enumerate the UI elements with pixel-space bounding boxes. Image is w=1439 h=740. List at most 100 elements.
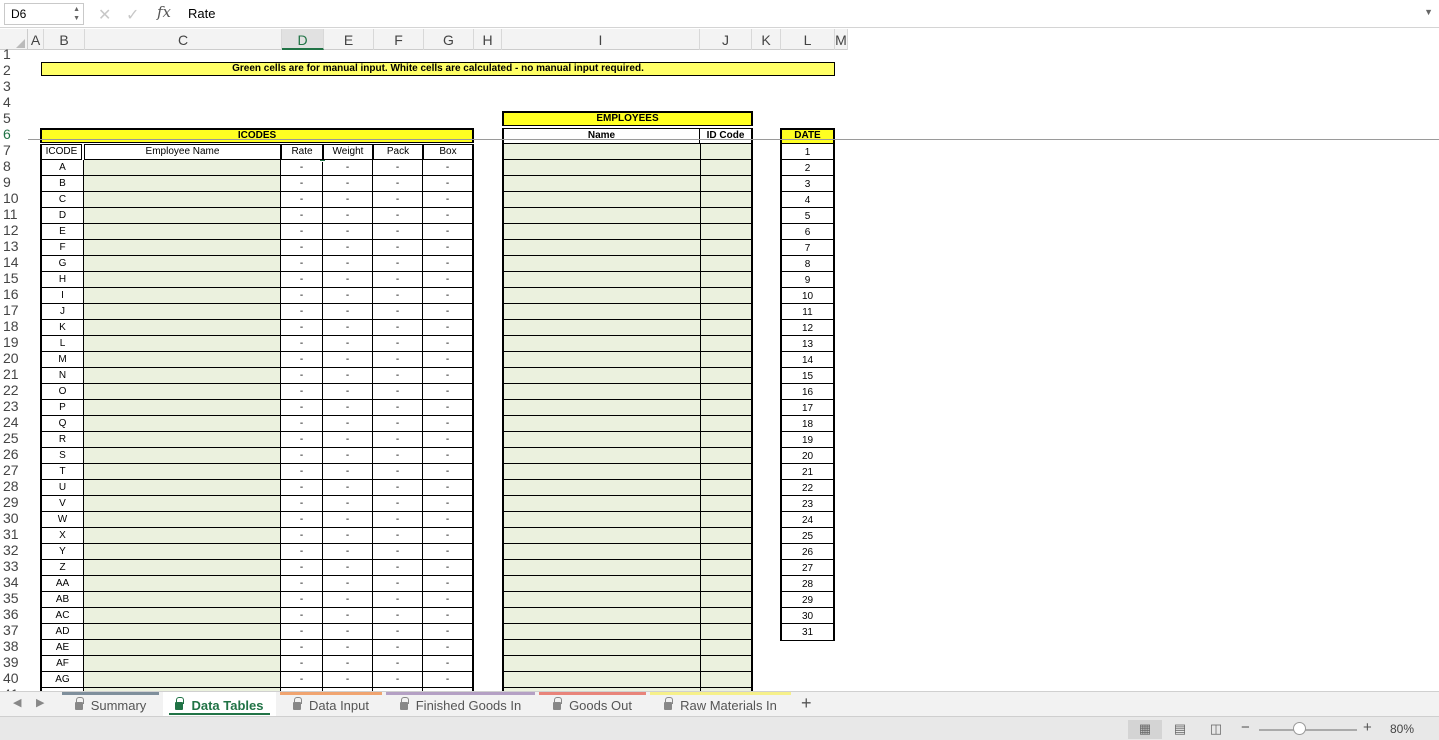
value-cell[interactable]: - (323, 208, 373, 224)
icode-cell[interactable]: B (42, 176, 84, 192)
employee-name-input[interactable] (504, 384, 701, 400)
value-cell[interactable]: - (373, 608, 423, 624)
value-cell[interactable]: - (373, 656, 423, 672)
employee-name-cell[interactable] (84, 576, 281, 592)
employee-name-cell[interactable] (84, 224, 281, 240)
employee-name-input[interactable] (504, 496, 701, 512)
value-cell[interactable]: - (281, 624, 323, 640)
value-cell[interactable]: - (373, 464, 423, 480)
value-cell[interactable]: - (373, 256, 423, 272)
value-cell[interactable]: - (423, 592, 472, 608)
employee-name-cell[interactable] (84, 640, 281, 656)
row-header[interactable]: 5 (0, 110, 28, 126)
employee-id-input[interactable] (701, 672, 751, 688)
employee-name-input[interactable] (504, 144, 701, 160)
date-cell[interactable]: 20 (782, 448, 833, 464)
value-cell[interactable]: - (373, 528, 423, 544)
value-cell[interactable]: - (281, 448, 323, 464)
employee-name-cell[interactable] (84, 416, 281, 432)
value-cell[interactable]: - (281, 224, 323, 240)
value-cell[interactable]: - (281, 352, 323, 368)
date-cell[interactable]: 8 (782, 256, 833, 272)
value-cell[interactable]: - (373, 544, 423, 560)
value-cell[interactable]: - (281, 160, 323, 176)
value-cell[interactable]: - (323, 464, 373, 480)
row-header[interactable]: 36 (0, 606, 28, 622)
value-cell[interactable]: - (323, 448, 373, 464)
value-cell[interactable]: - (323, 640, 373, 656)
value-cell[interactable]: - (423, 368, 472, 384)
value-cell[interactable]: - (373, 224, 423, 240)
date-cell[interactable]: 4 (782, 192, 833, 208)
row-header[interactable]: 32 (0, 542, 28, 558)
row-header[interactable]: 10 (0, 190, 28, 206)
value-cell[interactable]: - (423, 560, 472, 576)
date-cell[interactable]: 31 (782, 624, 833, 640)
value-cell[interactable]: - (423, 224, 472, 240)
employee-name-input[interactable] (504, 336, 701, 352)
value-cell[interactable]: - (323, 432, 373, 448)
formula-input[interactable]: Rate (188, 6, 215, 21)
row-header[interactable]: 18 (0, 318, 28, 334)
column-header[interactable]: B (44, 29, 85, 50)
employee-name-cell[interactable] (84, 304, 281, 320)
page-layout-view-icon[interactable]: ▤ (1163, 720, 1197, 739)
row-header[interactable]: 7 (0, 142, 28, 158)
normal-view-icon[interactable]: ▦ (1128, 720, 1162, 739)
employee-name-cell[interactable] (84, 592, 281, 608)
employee-name-input[interactable] (504, 464, 701, 480)
employee-name-input[interactable] (504, 352, 701, 368)
employee-name-cell[interactable] (84, 512, 281, 528)
value-cell[interactable]: - (323, 272, 373, 288)
value-cell[interactable]: - (423, 640, 472, 656)
value-cell[interactable]: - (323, 400, 373, 416)
value-cell[interactable]: - (423, 320, 472, 336)
zoom-out-button[interactable]: − (1241, 719, 1250, 736)
icode-cell[interactable]: AB (42, 592, 84, 608)
value-cell[interactable]: - (323, 496, 373, 512)
column-header[interactable]: A (28, 29, 44, 50)
add-sheet-button[interactable]: + (801, 693, 812, 714)
employee-id-input[interactable] (701, 640, 751, 656)
row-header[interactable]: 29 (0, 494, 28, 510)
value-cell[interactable]: - (323, 192, 373, 208)
row-header[interactable]: 22 (0, 382, 28, 398)
value-cell[interactable]: - (373, 368, 423, 384)
value-cell[interactable]: - (373, 448, 423, 464)
employee-name-input[interactable] (504, 176, 701, 192)
employee-name-input[interactable] (504, 400, 701, 416)
row-header[interactable]: 27 (0, 462, 28, 478)
date-cell[interactable]: 9 (782, 272, 833, 288)
value-cell[interactable]: - (281, 608, 323, 624)
employee-id-input[interactable] (701, 528, 751, 544)
employee-id-input[interactable] (701, 352, 751, 368)
value-cell[interactable]: - (423, 576, 472, 592)
value-cell[interactable]: - (373, 336, 423, 352)
employee-name-input[interactable] (504, 208, 701, 224)
value-cell[interactable]: - (281, 496, 323, 512)
value-cell[interactable]: - (323, 176, 373, 192)
value-cell[interactable]: - (281, 640, 323, 656)
employee-name-input[interactable] (504, 512, 701, 528)
employee-id-input[interactable] (701, 336, 751, 352)
value-cell[interactable]: - (323, 240, 373, 256)
date-cell[interactable]: 30 (782, 608, 833, 624)
employee-name-cell[interactable] (84, 560, 281, 576)
value-cell[interactable]: - (281, 256, 323, 272)
value-cell[interactable]: - (323, 592, 373, 608)
employee-name-cell[interactable] (84, 544, 281, 560)
employee-name-input[interactable] (504, 624, 701, 640)
value-cell[interactable]: - (423, 512, 472, 528)
employee-name-cell[interactable] (84, 608, 281, 624)
value-cell[interactable]: - (373, 352, 423, 368)
employee-name-input[interactable] (504, 432, 701, 448)
value-cell[interactable]: - (373, 208, 423, 224)
employee-name-cell[interactable] (84, 336, 281, 352)
value-cell[interactable]: - (373, 432, 423, 448)
value-cell[interactable]: - (281, 576, 323, 592)
icode-cell[interactable]: AE (42, 640, 84, 656)
row-header[interactable]: 39 (0, 654, 28, 670)
icode-cell[interactable]: Y (42, 544, 84, 560)
value-cell[interactable]: - (323, 624, 373, 640)
row-header[interactable]: 2 (0, 62, 28, 78)
